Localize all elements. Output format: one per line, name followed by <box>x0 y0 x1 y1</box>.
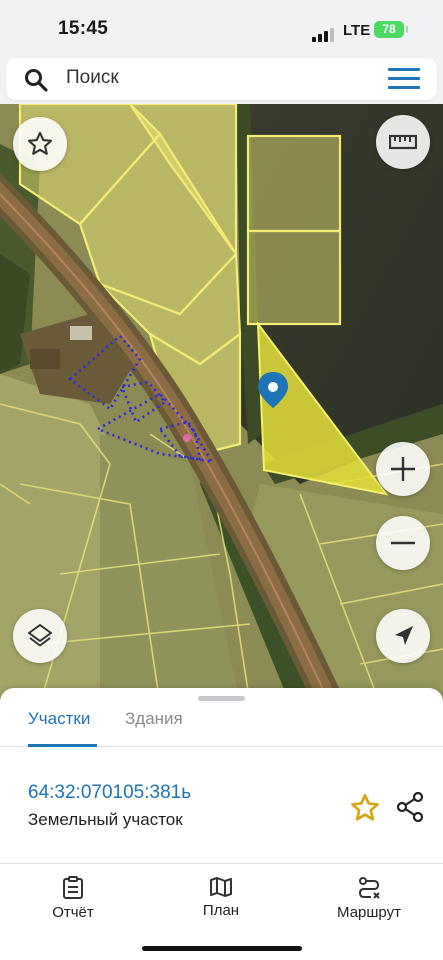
sheet-grabber[interactable] <box>198 696 245 701</box>
ruler-icon <box>389 134 417 150</box>
satellite-map <box>0 104 443 704</box>
tab-parcels[interactable]: Участки <box>28 709 90 729</box>
bottom-sheet: Участки Здания 64:32:070105:381ь Земельн… <box>0 688 443 866</box>
nav-plan-label: План <box>202 902 240 919</box>
nav-plan[interactable]: План <box>166 876 276 919</box>
star-icon[interactable] <box>349 792 381 824</box>
zoom-in-button[interactable] <box>376 442 430 496</box>
layers-icon <box>28 624 52 647</box>
home-indicator <box>142 946 302 951</box>
network-type: LTE <box>343 22 371 39</box>
search-icon <box>25 69 48 92</box>
status-bar: 15:45 LTE 78 <box>0 0 443 58</box>
nav-route-label: Маршрут <box>337 904 401 921</box>
nav-report[interactable]: Отчёт <box>18 876 128 921</box>
location-arrow-icon <box>395 626 413 645</box>
layers-button[interactable] <box>13 609 67 663</box>
menu-icon[interactable] <box>388 68 420 90</box>
favorite-map-button[interactable] <box>13 117 67 171</box>
status-time: 15:45 <box>58 18 109 39</box>
zoom-in-icon <box>391 457 415 481</box>
divider <box>0 863 443 864</box>
sheet-tabs: Участки Здания <box>0 706 443 747</box>
zoom-out-icon <box>391 541 415 545</box>
battery-indicator: 78 <box>374 21 408 38</box>
nav-report-label: Отчёт <box>52 904 94 921</box>
tab-buildings[interactable]: Здания <box>125 709 183 729</box>
map-view[interactable] <box>0 104 443 704</box>
share-icon[interactable] <box>396 792 424 822</box>
report-icon <box>63 876 83 899</box>
search-bar[interactable]: Поиск <box>6 58 437 100</box>
zoom-out-button[interactable] <box>376 516 430 570</box>
my-location-button[interactable] <box>376 609 430 663</box>
route-icon <box>358 877 380 899</box>
active-tab-indicator <box>28 744 97 747</box>
signal-icon <box>312 24 336 42</box>
map-plan-icon <box>210 877 232 897</box>
parcel-cadastral-number[interactable]: 64:32:070105:381ь <box>28 782 191 804</box>
search-input[interactable]: Поиск <box>66 67 119 89</box>
star-icon <box>27 131 53 155</box>
ruler-button[interactable] <box>376 115 430 169</box>
nav-route[interactable]: Маршрут <box>314 876 424 921</box>
parcel-type: Земельный участок <box>28 810 183 829</box>
